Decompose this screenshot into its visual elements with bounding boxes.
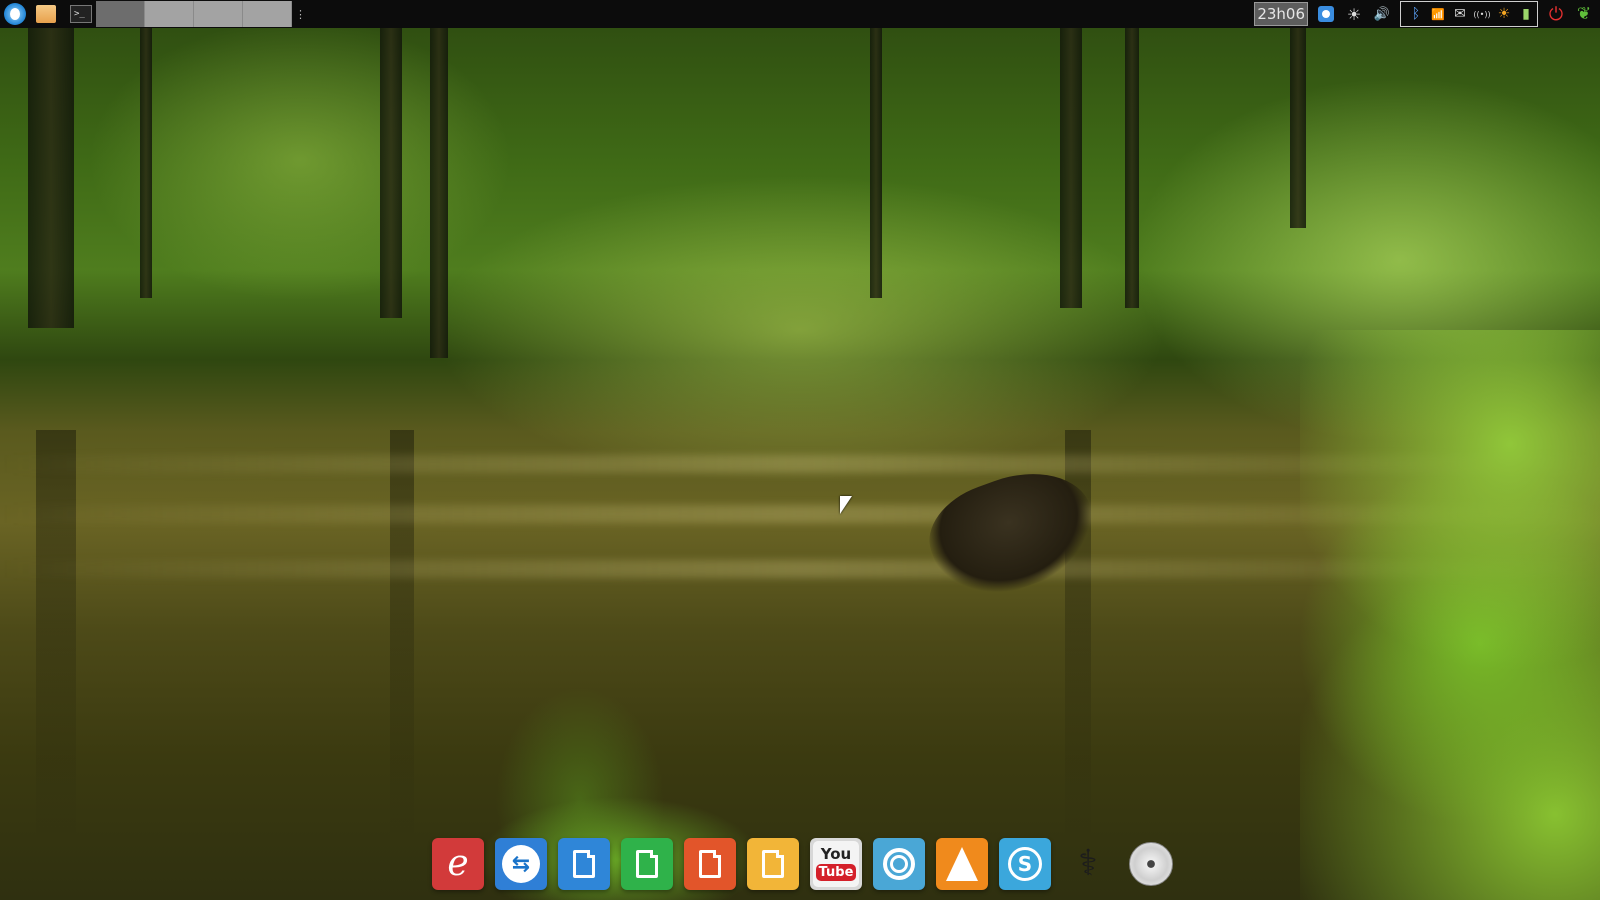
disc-icon <box>1129 842 1173 886</box>
tree-trunk <box>870 28 882 298</box>
ebook-icon: e <box>447 843 469 884</box>
clock[interactable]: 23h06 <box>1254 2 1308 26</box>
panel-right: 23h06 ☀ 🔊 ᛒ 📶 ✉ ((•)) ☀ ▮ ⏻ ❦ <box>1254 0 1600 28</box>
brightness-icon[interactable]: ☀ <box>1344 4 1364 24</box>
volume-icon[interactable]: 🔊 <box>1372 4 1392 24</box>
draw-launcher[interactable] <box>747 838 799 890</box>
youtube-icon: You Tube <box>813 841 859 887</box>
calc-launcher[interactable] <box>621 838 673 890</box>
chromium-icon <box>883 848 915 880</box>
weather-icon[interactable]: ☀ <box>1495 4 1513 24</box>
status-tray: ᛒ 📶 ✉ ((•)) ☀ ▮ <box>1400 1 1538 27</box>
power-icon[interactable]: ⏻ <box>1546 4 1566 25</box>
skype-icon: S <box>1008 847 1042 881</box>
skype-launcher[interactable]: S <box>999 838 1051 890</box>
mouse-pointer-icon <box>840 496 852 514</box>
writer-document-icon <box>573 850 595 878</box>
stethoscope-icon: ⚕ <box>1078 843 1098 884</box>
workspace-switcher <box>96 1 292 27</box>
workspace-2[interactable] <box>145 1 194 27</box>
workspace-3[interactable] <box>194 1 243 27</box>
youtube-you-label: You <box>820 845 852 863</box>
teamviewer-launcher[interactable]: ⇆ <box>495 838 547 890</box>
app-menu-icon[interactable] <box>4 3 26 25</box>
tree-trunk <box>28 28 74 328</box>
stethoscope-launcher[interactable]: ⚕ <box>1062 838 1114 890</box>
file-manager-icon[interactable] <box>36 5 56 23</box>
draw-document-icon <box>762 850 784 878</box>
impress-document-icon <box>699 850 721 878</box>
top-panel: >_ ⋮ 23h06 ☀ 🔊 ᛒ 📶 ✉ ((•)) ☀ ▮ ⏻ ❦ <box>0 0 1600 28</box>
chromium-launcher[interactable] <box>873 838 925 890</box>
ebook-reader-launcher[interactable]: e <box>432 838 484 890</box>
wifi-icon[interactable]: 📶 <box>1429 4 1447 24</box>
calc-document-icon <box>636 850 658 878</box>
battery-icon[interactable]: ▮ <box>1517 4 1535 24</box>
tree-trunk <box>430 28 448 358</box>
youtube-tube-label: Tube <box>815 864 857 881</box>
leaf-icon[interactable]: ❦ <box>1574 4 1594 24</box>
disc-burner-launcher[interactable] <box>1125 838 1177 890</box>
tree-trunk <box>1290 28 1306 228</box>
foliage-foreground <box>1300 330 1600 900</box>
terminal-icon[interactable]: >_ <box>70 5 92 23</box>
impress-launcher[interactable] <box>684 838 736 890</box>
workspace-4[interactable] <box>243 1 292 27</box>
tree-trunk <box>1060 28 1082 308</box>
teamviewer-icon: ⇆ <box>502 845 540 883</box>
writer-launcher[interactable] <box>558 838 610 890</box>
youtube-launcher[interactable]: You Tube <box>810 838 862 890</box>
tree-trunk <box>140 28 152 298</box>
signal-icon[interactable]: ((•)) <box>1473 4 1491 24</box>
tree-trunk <box>380 28 402 318</box>
mail-icon[interactable]: ✉ <box>1451 4 1469 24</box>
vlc-cone-icon <box>946 847 978 881</box>
workspace-1[interactable] <box>96 1 145 27</box>
bluetooth-icon[interactable]: ᛒ <box>1407 4 1425 24</box>
panel-left: >_ ⋮ <box>0 0 306 28</box>
tree-reflection <box>36 430 76 850</box>
dock: e ⇆ You Tube S ⚕ <box>432 836 1188 892</box>
display-settings-icon[interactable] <box>1316 4 1336 24</box>
tree-trunk <box>1125 28 1139 308</box>
desktop-wallpaper: >_ ⋮ 23h06 ☀ 🔊 ᛒ 📶 ✉ ((•)) ☀ ▮ ⏻ ❦ e ⇆ Y… <box>0 0 1600 900</box>
panel-handle-icon[interactable]: ⋮ <box>295 8 306 21</box>
vlc-launcher[interactable] <box>936 838 988 890</box>
